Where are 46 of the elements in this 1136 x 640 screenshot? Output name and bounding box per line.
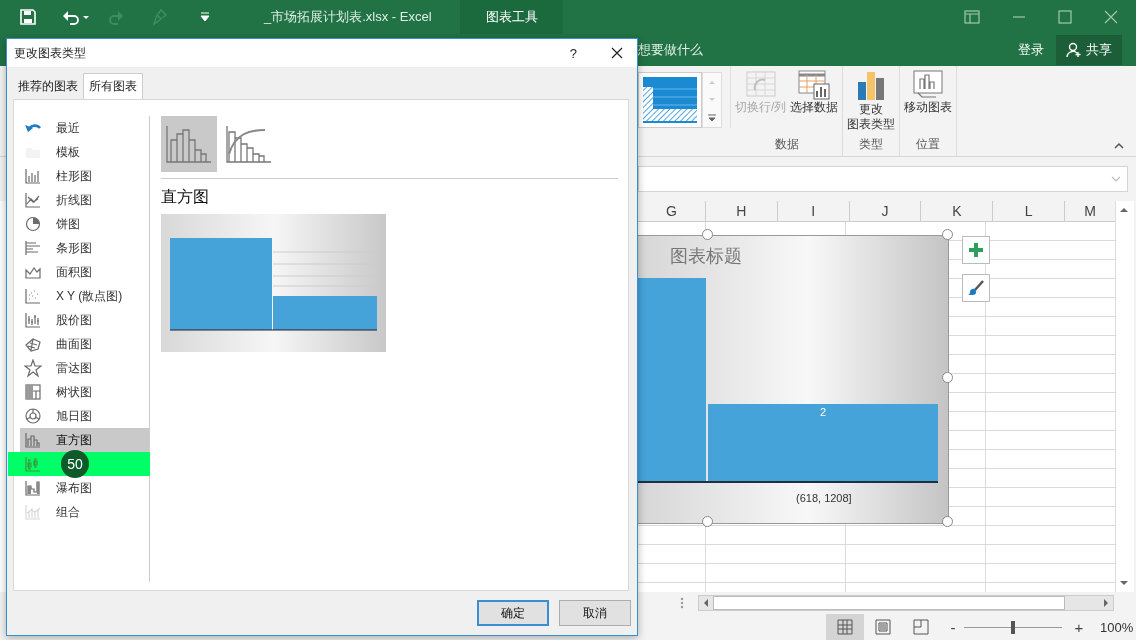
chart-title[interactable]: 图表标题	[670, 244, 742, 268]
help-button[interactable]: ?	[569, 45, 577, 61]
chart-type-item[interactable]: 饼图	[20, 212, 149, 236]
group-label: 数据	[774, 136, 799, 153]
column-header[interactable]: I	[777, 201, 850, 221]
dialog-button[interactable]: 取消	[559, 600, 631, 626]
chart-type-item[interactable]: 树状图	[20, 380, 149, 404]
chart-type-item[interactable]: 直方图	[20, 428, 149, 452]
chart-type-item[interactable]: 瀑布图	[20, 476, 149, 500]
dialog-tab[interactable]: 所有图表	[83, 73, 143, 99]
axis-label: (618, 1208]	[796, 492, 852, 504]
column-header[interactable]: M	[1065, 201, 1115, 221]
chart-type-item[interactable]: 最近	[20, 116, 149, 140]
zoom-in-button[interactable]: +	[1072, 618, 1086, 636]
group-label: 类型	[859, 136, 884, 153]
tell-me-search[interactable]: 想要做什么	[638, 41, 703, 59]
chart-type-item[interactable]: 折线图	[20, 188, 149, 212]
chart-type-item[interactable]: 50	[8, 452, 150, 476]
column-header[interactable]: J	[849, 201, 922, 221]
group-label: 位置	[916, 136, 941, 153]
zoom-out-button[interactable]: -	[946, 618, 960, 636]
ribbon-button[interactable]: 移动图表	[903, 68, 954, 136]
column-header[interactable]: L	[993, 201, 1066, 221]
chart-area[interactable]: 图表标题 2 (618, 1208]	[638, 235, 949, 524]
sign-in-link[interactable]: 登录	[1018, 41, 1044, 59]
ribbon-button[interactable]: 更改 图表类型	[846, 68, 897, 136]
dialog-tab[interactable]: 推荐的图表	[13, 74, 83, 99]
chart-type-item[interactable]: 股价图	[20, 308, 149, 332]
data-label: 2	[820, 406, 827, 418]
chart-type-item[interactable]: 旭日图	[20, 404, 149, 428]
window-title: _市场拓展计划表.xlsx - Excel	[264, 8, 433, 26]
chart-type-heading: 直方图	[161, 187, 210, 207]
zoom-level[interactable]: 100%	[1100, 619, 1134, 635]
column-header[interactable]: H	[705, 201, 778, 221]
chart-type-item[interactable]: 曲面图	[20, 332, 149, 356]
chart-type-item[interactable]: 面积图	[20, 260, 149, 284]
dialog-title: 更改图表类型	[14, 44, 86, 62]
share-button[interactable]: 共享	[1056, 35, 1122, 65]
chart-type-item[interactable]: 柱形图	[20, 164, 149, 188]
chart-type-item[interactable]: X Y (散点图)	[20, 284, 149, 308]
ribbon-button[interactable]: 选择数据	[789, 68, 840, 136]
column-header[interactable]: K	[921, 201, 994, 221]
step-badge: 50	[61, 450, 89, 478]
chart-type-item[interactable]: 条形图	[20, 236, 149, 260]
dialog-button[interactable]: 确定	[477, 600, 549, 626]
chart-type-item[interactable]: 雷达图	[20, 356, 149, 380]
